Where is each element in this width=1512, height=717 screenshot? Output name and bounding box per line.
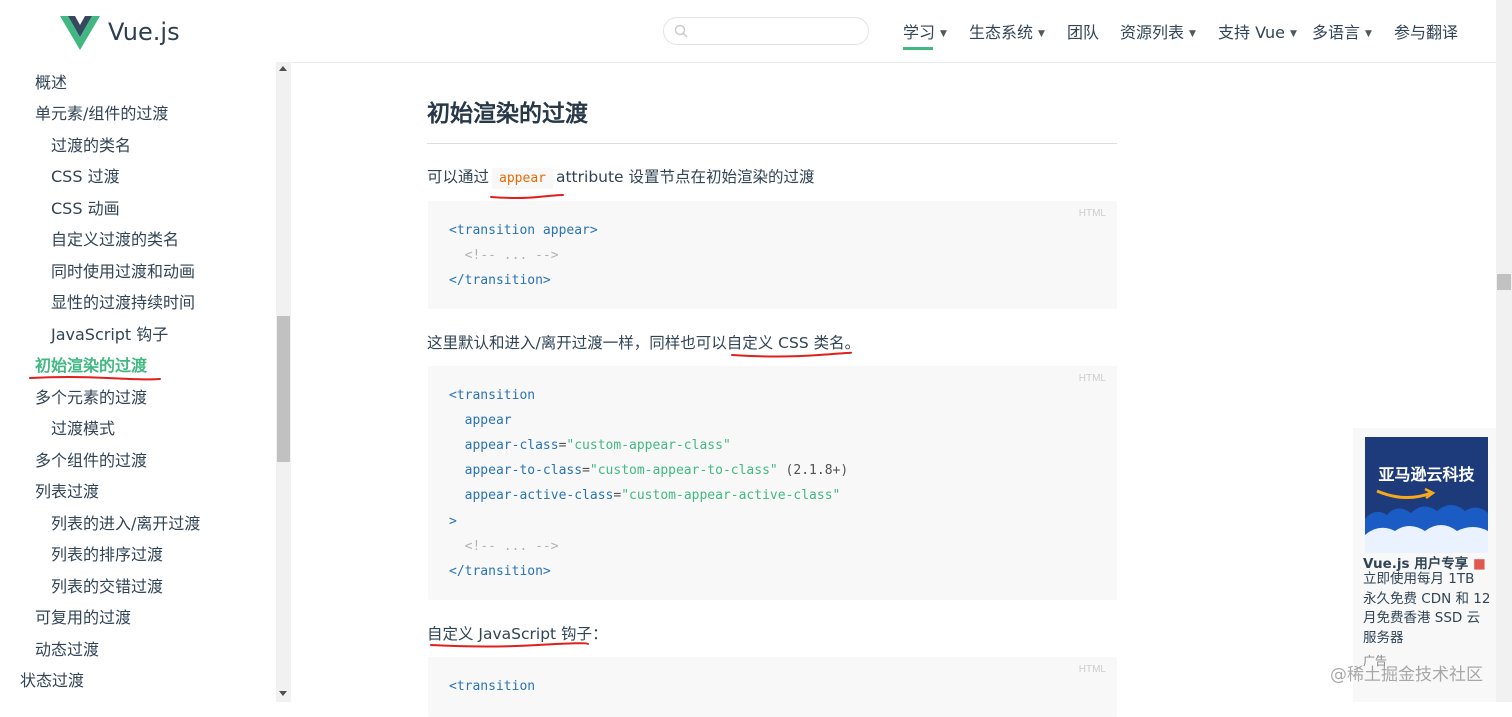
ad-title: Vue.js 用户专享 ■ (1363, 556, 1486, 572)
custom-css-classes-link[interactable]: 自定义 CSS 类名 (727, 334, 845, 352)
code-block: HTML <transition appear> <!-- ... --> </… (428, 201, 1117, 309)
paragraph: 这里默认和进入/离开过渡一样，同样也可以自定义 CSS 类名。 (427, 334, 861, 352)
vue-logo-icon[interactable] (60, 16, 100, 55)
code-line: <transition appear> (449, 223, 598, 238)
code-line: </transition> (449, 273, 551, 288)
sidebar-item[interactable]: 动态过渡 (35, 636, 99, 660)
chevron-down-icon: ▼ (940, 29, 947, 39)
sidebar-item[interactable]: 状态过渡 (20, 667, 84, 691)
ad-image[interactable]: 亚马逊云科技 (1365, 437, 1488, 553)
nav-translate[interactable]: 参与翻译 (1394, 19, 1458, 43)
code-line: </transition> (449, 564, 551, 579)
aws-smile-icon (1365, 487, 1488, 553)
code-lang-label: HTML (1078, 373, 1106, 384)
chevron-down-icon: ▼ (1038, 29, 1045, 39)
search-input[interactable] (663, 17, 869, 45)
sidebar-item[interactable]: JavaScript 钩子 (51, 321, 168, 345)
sidebar-item[interactable]: 列表的进入/离开过渡 (51, 510, 200, 534)
sidebar-item[interactable]: 同时使用过渡和动画 (51, 258, 195, 282)
code-line: <transition (449, 388, 536, 403)
sidebar-item[interactable]: 过渡模式 (51, 415, 115, 439)
logo-text[interactable]: Vue.js (108, 18, 180, 46)
page-scrollbar-thumb[interactable] (1497, 274, 1511, 290)
sidebar-scrollbar-thumb[interactable] (277, 316, 290, 462)
nav-support-vue[interactable]: 支持 Vue ▼ (1218, 19, 1297, 43)
inline-code: appear (492, 168, 553, 189)
sidebar-item[interactable]: 概述 (35, 69, 67, 93)
code-line: appear-class="custom-appear-class" (449, 438, 731, 453)
page-scrollbar[interactable] (1496, 0, 1512, 702)
code-line: <transition (449, 679, 536, 694)
chevron-down-icon: ▼ (1365, 29, 1372, 39)
code-block: HTML <transition appear appear-class="cu… (428, 366, 1117, 600)
sidebar-item[interactable]: 显性的过渡持续时间 (51, 289, 195, 313)
nav-resources[interactable]: 资源列表 ▼ (1120, 19, 1196, 43)
code-lang-label: HTML (1078, 208, 1106, 219)
sidebar: 概述 单元素/组件的过渡 过渡的类名 CSS 过渡 CSS 动画 自定义过渡的类… (0, 62, 291, 702)
ad-description: 立即使用每月 1TB 永久免费 CDN 和 12 月免费香港 SSD 云服务器 (1363, 571, 1491, 646)
sidebar-item[interactable]: 列表的排序过渡 (51, 541, 163, 565)
custom-js-hooks-link[interactable]: 自定义 JavaScript 钩子 (427, 625, 592, 643)
code-line: appear-to-class="custom-appear-to-class"… (449, 463, 849, 478)
sidebar-item[interactable]: 可复用的过渡 (35, 604, 131, 628)
sidebar-item[interactable]: 多个组件的过渡 (35, 447, 147, 471)
watermark: @稀土掘金技术社区 (1330, 665, 1483, 685)
code-line: > (449, 514, 457, 529)
nav-ecosystem[interactable]: 生态系统 ▼ (969, 19, 1045, 43)
code-line: appear-active-class="custom-appear-activ… (449, 488, 841, 503)
paragraph: 自定义 JavaScript 钩子： (427, 625, 608, 643)
nav-team[interactable]: 团队 (1067, 19, 1099, 43)
sidebar-item[interactable]: 列表的交错过渡 (51, 573, 163, 597)
code-line: <!-- ... --> (449, 248, 559, 263)
sidebar-item[interactable]: CSS 动画 (51, 195, 120, 219)
search-icon (674, 24, 688, 38)
sidebar-item[interactable]: 单元素/组件的过渡 (35, 100, 168, 124)
paragraph: 可以通过 appear attribute 设置节点在初始渲染的过渡 (427, 165, 815, 189)
chevron-down-icon: ▼ (1189, 29, 1196, 39)
code-block: HTML <transition (428, 657, 1117, 717)
divider (427, 143, 1117, 144)
code-line: <!-- ... --> (449, 539, 559, 554)
code-lang-label: HTML (1078, 664, 1106, 675)
sidebar-item-active[interactable]: 初始渲染的过渡 (35, 352, 147, 376)
nav-learn[interactable]: 学习 ▼ (903, 19, 947, 50)
nav-languages[interactable]: 多语言 ▼ (1312, 19, 1372, 43)
chevron-down-icon: ▼ (1289, 29, 1297, 39)
sidebar-item[interactable]: 过渡的类名 (51, 132, 131, 156)
scroll-up-arrow-icon[interactable] (279, 66, 287, 71)
page-title: 初始渲染的过渡 (427, 101, 588, 127)
sidebar-item[interactable]: 列表过渡 (35, 478, 99, 502)
sidebar-item[interactable]: 多个元素的过渡 (35, 384, 147, 408)
sidebar-item[interactable]: 自定义过渡的类名 (51, 226, 179, 250)
scroll-down-arrow-icon[interactable] (279, 691, 287, 696)
sidebar-item[interactable]: CSS 过渡 (51, 163, 120, 187)
code-line: appear (449, 413, 512, 428)
top-header: Vue.js 学习 ▼ 生态系统 ▼ 团队 资源列表 ▼ 支持 Vue ▼ 多语言 ▼ 参… (0, 0, 1496, 63)
